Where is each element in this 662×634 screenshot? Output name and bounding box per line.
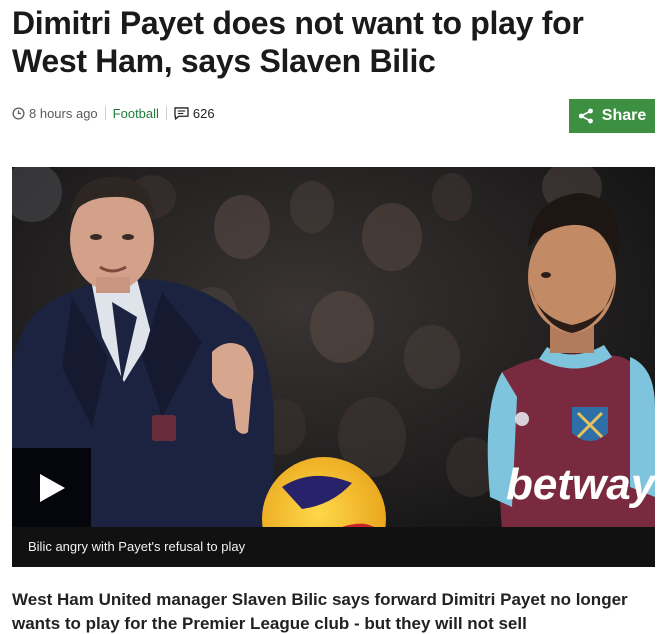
timestamp-text: 8 hours ago (29, 105, 98, 121)
share-icon (578, 108, 593, 124)
clock-icon (12, 106, 25, 120)
shirt-sponsor-text: betway (506, 460, 655, 509)
share-button-label: Share (601, 107, 647, 124)
article-meta: 8 hours ago Football 626 (12, 104, 215, 122)
article-headline: Dimitri Payet does not want to play for … (12, 5, 584, 79)
media-caption: Bilic angry with Payet's refusal to play (12, 527, 655, 567)
share-button[interactable]: Share (569, 99, 655, 133)
article-intro: West Ham United manager Slaven Bilic say… (12, 590, 628, 633)
comments-icon (174, 106, 189, 120)
meta-divider (104, 106, 106, 120)
topic-link-football[interactable]: Football (113, 106, 159, 121)
timestamp: 8 hours ago (12, 106, 98, 121)
meta-divider (165, 106, 167, 120)
article-media: betway Bilic angry with Payet's refusal … (12, 167, 655, 567)
play-icon (39, 473, 65, 502)
comments-link[interactable]: 626 (174, 106, 215, 121)
comment-count: 626 (192, 105, 215, 121)
article-photo: betway (12, 167, 655, 567)
play-button[interactable] (12, 448, 91, 527)
